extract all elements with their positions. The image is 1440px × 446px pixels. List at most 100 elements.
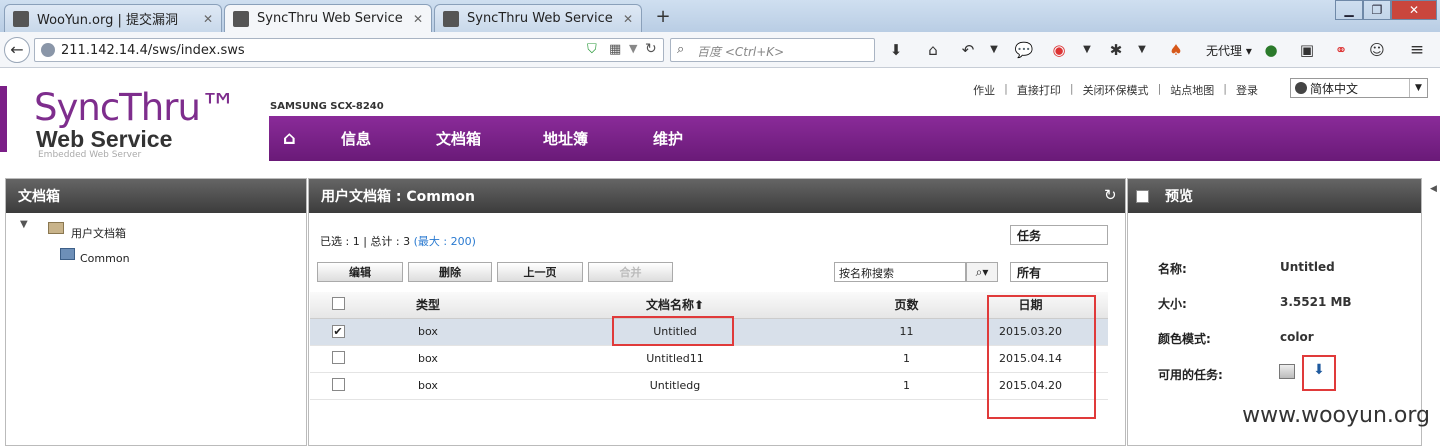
document-box-tree-panel: 文档箱: [5, 178, 307, 446]
status-text: 已选 : 1 | 总计 : 3: [320, 235, 411, 248]
detail-color-mode: 颜色模式: color: [1158, 330, 1314, 347]
printer-model: SAMSUNG SCX-8240: [270, 101, 384, 112]
new-tab-button[interactable]: +: [652, 6, 674, 28]
detail-label: 大小:: [1158, 297, 1187, 311]
merge-button[interactable]: 合并: [588, 262, 673, 282]
name-cell[interactable]: Untitledg: [490, 372, 860, 400]
download-icon[interactable]: ⬇: [885, 39, 907, 61]
delete-button[interactable]: 删除: [408, 262, 492, 282]
filter-select[interactable]: 所有: [1010, 262, 1108, 282]
separator: |: [1069, 82, 1074, 95]
name-cell[interactable]: Untitled11: [490, 345, 860, 373]
address-bar[interactable]: 211.142.14.4/sws/index.sws ⛉ ▦ ▼ ↻: [34, 38, 664, 62]
close-tab-icon[interactable]: ✕: [203, 12, 213, 26]
tab-label: SyncThru Web Service: [257, 11, 403, 26]
reload-icon[interactable]: ↻: [645, 41, 657, 57]
folder-icon: [48, 222, 64, 234]
select-all-header[interactable]: [310, 292, 366, 319]
row-checkbox-cell[interactable]: [310, 372, 366, 400]
close-window-button[interactable]: ✕: [1391, 0, 1437, 20]
separator: |: [1004, 82, 1008, 95]
proxy-label: 无代理: [1206, 44, 1243, 58]
share-icon[interactable]: ⚭: [1330, 39, 1352, 61]
row-checkbox[interactable]: [331, 350, 345, 364]
minimize-button[interactable]: ▁: [1335, 0, 1363, 20]
column-name[interactable]: 文档名称⬆: [490, 292, 860, 319]
chevron-down-icon[interactable]: ▼: [1076, 39, 1098, 61]
type-cell: box: [366, 318, 490, 346]
name-search-input[interactable]: 按名称搜索: [834, 262, 966, 282]
preview-checkbox[interactable]: [1136, 189, 1149, 203]
browser-tab-syncthru[interactable]: SyncThru Web Service ✕: [434, 4, 642, 32]
search-button[interactable]: ⌕▾: [966, 262, 998, 282]
refresh-icon[interactable]: ↻: [1104, 186, 1117, 204]
tree-collapse-icon[interactable]: ▼: [20, 219, 28, 230]
bug-icon[interactable]: ✱: [1105, 39, 1127, 61]
print-task-icon[interactable]: [1279, 364, 1295, 379]
tree-item-common[interactable]: Common: [80, 252, 130, 265]
qr-code-icon[interactable]: ▦: [609, 42, 621, 57]
row-checkbox-cell[interactable]: [310, 345, 366, 373]
close-tab-icon[interactable]: ✕: [413, 12, 423, 26]
close-tab-icon[interactable]: ✕: [623, 12, 633, 26]
undo-icon[interactable]: ↶: [957, 39, 979, 61]
chevron-down-icon[interactable]: ▼: [1131, 39, 1153, 61]
chevron-down-icon: ▼: [1409, 79, 1427, 97]
detail-value: color: [1280, 330, 1314, 344]
task-select[interactable]: 任务: [1010, 225, 1108, 245]
browser-tab-wooyun[interactable]: WooYun.org | 提交漏洞 ✕: [4, 4, 222, 32]
chat-icon[interactable]: 💬: [1013, 39, 1035, 61]
pages-cell: 11: [860, 318, 953, 346]
nav-maintenance[interactable]: 维护: [653, 128, 683, 149]
tree-item-user-box[interactable]: 用户文档箱: [71, 225, 126, 241]
highlight-box-date: [987, 295, 1096, 419]
brand-stripe: [0, 86, 7, 152]
link-login[interactable]: 登录: [1236, 82, 1258, 98]
box-icon: [60, 248, 75, 260]
collapse-panel-icon[interactable]: ◀: [1430, 184, 1437, 194]
separator: |: [1157, 82, 1162, 95]
row-checkbox[interactable]: ✔: [331, 325, 345, 338]
link-direct-print[interactable]: 直接打印: [1017, 82, 1061, 98]
edit-button[interactable]: 编辑: [317, 262, 403, 282]
row-checkbox[interactable]: [331, 377, 345, 391]
home-icon[interactable]: ⌂: [922, 39, 944, 61]
language-select[interactable]: 简体中文 ▼: [1290, 78, 1428, 98]
panel-title: 用户文档箱 : Common: [309, 179, 1125, 213]
shield-icon[interactable]: ⛉: [587, 42, 597, 57]
proxy-status[interactable]: 无代理 ▾: [1206, 42, 1252, 59]
weibo-icon[interactable]: ◉: [1048, 39, 1070, 61]
select-all-checkbox[interactable]: [331, 296, 345, 310]
proxy-icon[interactable]: ●: [1260, 39, 1282, 61]
link-sitemap[interactable]: 站点地图: [1170, 82, 1214, 98]
nav-document-box[interactable]: 文档箱: [436, 128, 543, 149]
detail-label: 颜色模式:: [1158, 332, 1211, 346]
dropdown-icon[interactable]: ▼: [629, 42, 637, 55]
maximize-button[interactable]: ❐: [1363, 0, 1391, 20]
chevron-down-icon[interactable]: ▼: [983, 39, 1005, 61]
printer-favicon-icon: [233, 10, 249, 27]
menu-icon[interactable]: ≡: [1406, 39, 1428, 61]
nav-address-book[interactable]: 地址簿: [543, 128, 653, 149]
column-pages[interactable]: 页数: [860, 292, 953, 319]
previous-page-button[interactable]: 上一页: [497, 262, 583, 282]
highlight-box-download: [1302, 355, 1336, 391]
preview-header: 预览: [1128, 179, 1421, 213]
link-eco-mode[interactable]: 关闭环保模式: [1083, 82, 1149, 98]
type-cell: box: [366, 345, 490, 373]
browser-tab-syncthru-active[interactable]: SyncThru Web Service ✕: [224, 4, 432, 32]
row-checkbox-cell[interactable]: ✔: [310, 318, 366, 346]
reader-icon[interactable]: ▣: [1296, 39, 1318, 61]
column-type[interactable]: 类型: [366, 292, 490, 319]
home-icon[interactable]: ⌂: [283, 128, 341, 149]
addon-icon[interactable]: ♠: [1165, 39, 1187, 61]
browser-search-box[interactable]: ⌕ 百度 <Ctrl+K>: [670, 38, 875, 62]
detail-value: Untitled: [1280, 260, 1335, 274]
language-value: 简体中文: [1310, 81, 1359, 96]
highlight-box-name: [612, 316, 734, 346]
smiley-icon[interactable]: ☺: [1366, 39, 1388, 61]
nav-info[interactable]: 信息: [341, 128, 436, 149]
back-button[interactable]: ←: [4, 37, 30, 63]
link-jobs[interactable]: 作业: [973, 82, 995, 98]
web-service-logo: Web Service: [36, 126, 173, 152]
